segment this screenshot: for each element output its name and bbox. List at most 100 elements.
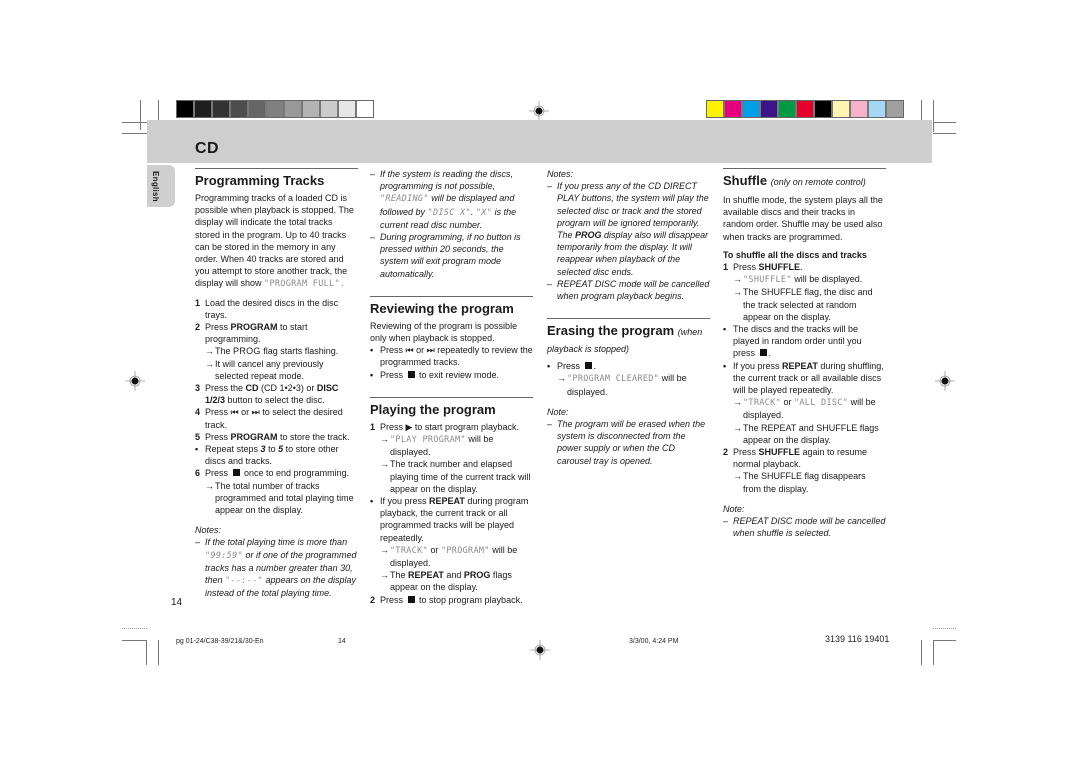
column-notes-erase: Notes: – If you press any of the CD DIREC… bbox=[547, 168, 710, 467]
crop-mark bbox=[933, 122, 956, 123]
heading-shuffle: Shuffle (only on remote control) bbox=[723, 173, 866, 188]
step-3: 3 Press the CD (CD 1•2•3) or DISC 1/2/3 b… bbox=[195, 383, 339, 406]
shuffle-step-1-result: → The SHUFFLE flag, the disc and the trac… bbox=[733, 287, 873, 322]
play-step-1: 1 Press ▶ to start program playback. bbox=[370, 421, 519, 432]
heading-programming-tracks: Programming Tracks bbox=[195, 173, 325, 188]
shuffle-step-2-result: → The SHUFFLE flag disappears from the di… bbox=[733, 471, 866, 494]
stop-icon bbox=[232, 469, 240, 477]
notes-label: Notes: bbox=[547, 169, 574, 179]
heading-reviewing-program: Reviewing the program bbox=[370, 300, 514, 316]
color-swatch bbox=[231, 101, 249, 117]
notes-label: Notes: bbox=[195, 525, 222, 536]
color-swatch bbox=[339, 101, 357, 117]
step-2-result: → It will cancel any previously selected … bbox=[205, 358, 324, 381]
crop-mark bbox=[933, 640, 934, 665]
stop-icon bbox=[759, 349, 767, 357]
column-programming-tracks: Programming Tracks Programming tracks of… bbox=[195, 168, 358, 600]
registration-mark-icon bbox=[529, 101, 549, 121]
language-tab: English bbox=[147, 165, 175, 207]
note-item: – REPEAT DISC mode will be cancelled when… bbox=[547, 278, 710, 302]
erase-result: → "PROGRAM CLEARED" will be displayed. bbox=[557, 373, 687, 397]
heading-erasing-program: Erasing the program (when playback is st… bbox=[547, 323, 703, 355]
play-bullet-result: → The REPEAT and PROG flags appear on the… bbox=[380, 570, 512, 593]
note-item: – If you press any of the CD DIRECT PLAY … bbox=[547, 181, 709, 277]
footer-timestamp: 3/3/00, 4:24 PM bbox=[629, 638, 679, 645]
note-item: – If the total playing time is more than … bbox=[195, 537, 357, 599]
play-step-1-result: → The track number and elapsed playing ti… bbox=[380, 459, 531, 494]
process-color-bar bbox=[706, 100, 904, 118]
footer-page: 14 bbox=[338, 638, 346, 645]
erase-bullet: • Press . bbox=[547, 361, 597, 372]
intro-paragraph: Programming tracks of a loaded CD is pos… bbox=[195, 193, 354, 290]
section-rule bbox=[547, 318, 710, 320]
crop-mark bbox=[933, 628, 956, 630]
note-item: – If the system is reading the discs, pro… bbox=[370, 169, 517, 230]
bullet-repeat-steps: • Repeat steps 3 to 5 to store other disc… bbox=[195, 444, 339, 467]
crop-mark bbox=[122, 122, 147, 123]
step-6-result: → The total number of tracks programmed a… bbox=[205, 480, 354, 516]
language-label: English bbox=[151, 171, 160, 202]
play-bullet-repeat: • If you press REPEAT during program play… bbox=[370, 496, 529, 543]
shuffle-intro: In shuffle mode, the system plays all th… bbox=[723, 195, 883, 242]
shuffle-subheading: To shuffle all the discs and tracks bbox=[723, 249, 867, 260]
review-bullet: • Press to exit review mode. bbox=[370, 369, 500, 380]
color-swatch bbox=[357, 101, 373, 117]
color-swatch bbox=[725, 101, 743, 117]
footer-filename: pg 01-24/C38-39/21&/30-En bbox=[176, 638, 264, 645]
play-step-1-result: → "PLAY PROGRAM" will be displayed. bbox=[380, 434, 494, 458]
heading-playing-program: Playing the program bbox=[370, 401, 496, 417]
play-bullet-result: → "TRACK" or "PROGRAM" will be displayed. bbox=[380, 544, 518, 569]
note-item: – The program will be erased when the sys… bbox=[547, 419, 706, 466]
registration-mark-icon bbox=[530, 640, 550, 660]
shuffle-bullet: • The discs and the tracks will be played… bbox=[723, 324, 862, 359]
color-swatch bbox=[833, 101, 851, 117]
note-item: – REPEAT DISC mode will be cancelled when… bbox=[723, 516, 886, 539]
section-rule bbox=[195, 168, 358, 169]
step-2-result: → The PROG flag starts flashing. bbox=[205, 346, 339, 357]
step-4: 4 Press ⏮ or ⏭ to select the desired trac… bbox=[195, 407, 343, 430]
section-header-band bbox=[147, 120, 932, 163]
color-swatch bbox=[797, 101, 815, 117]
stop-icon bbox=[584, 362, 592, 370]
color-swatch bbox=[177, 101, 195, 117]
crop-mark bbox=[933, 133, 956, 134]
crop-mark bbox=[933, 100, 934, 132]
stop-icon bbox=[407, 595, 415, 603]
registration-mark-icon bbox=[935, 371, 955, 391]
color-swatch bbox=[869, 101, 887, 117]
color-swatch bbox=[779, 101, 797, 117]
shuffle-step-2: 2 Press SHUFFLE again to resume normal pl… bbox=[723, 447, 868, 470]
shuffle-bullet-result: → The REPEAT and SHUFFLE flags appear on … bbox=[733, 422, 879, 445]
color-swatch bbox=[851, 101, 869, 117]
section-rule bbox=[723, 168, 886, 169]
section-rule bbox=[370, 396, 533, 398]
section-title: CD bbox=[195, 140, 220, 157]
shuffle-bullet-result: → "TRACK" or "ALL DISC" will be displayed… bbox=[733, 397, 876, 421]
crop-mark bbox=[122, 628, 147, 630]
crop-mark bbox=[933, 640, 956, 641]
color-swatch bbox=[707, 101, 725, 117]
grayscale-color-bar bbox=[176, 100, 374, 118]
note-label: Note: bbox=[547, 406, 569, 417]
crop-mark bbox=[921, 640, 922, 665]
shuffle-bullet: • If you press REPEAT during shuffling, t… bbox=[723, 360, 884, 396]
step-5: 5 Press PROGRAM to store the track. bbox=[195, 431, 350, 442]
color-swatch bbox=[249, 101, 267, 117]
crop-mark bbox=[122, 133, 147, 134]
shuffle-step-1: 1 Press SHUFFLE. bbox=[723, 262, 803, 273]
section-rule bbox=[370, 295, 533, 297]
note-item: – During programming, if no button is pre… bbox=[370, 232, 521, 279]
color-swatch bbox=[321, 101, 339, 117]
review-intro: Reviewing of the program is possible onl… bbox=[370, 320, 518, 344]
color-swatch bbox=[743, 101, 761, 117]
column-review-play: – If the system is reading the discs, pro… bbox=[370, 168, 533, 606]
color-swatch bbox=[815, 101, 833, 117]
step-1: 1 Load the desired discs in the disc tray… bbox=[195, 297, 339, 320]
page-number: 14 bbox=[171, 597, 183, 608]
crop-mark bbox=[122, 640, 147, 641]
color-swatch bbox=[195, 101, 213, 117]
color-swatch bbox=[887, 101, 903, 117]
crop-mark bbox=[158, 640, 159, 665]
color-swatch bbox=[213, 101, 231, 117]
step-6: 6 Press once to end programming. bbox=[195, 468, 350, 479]
